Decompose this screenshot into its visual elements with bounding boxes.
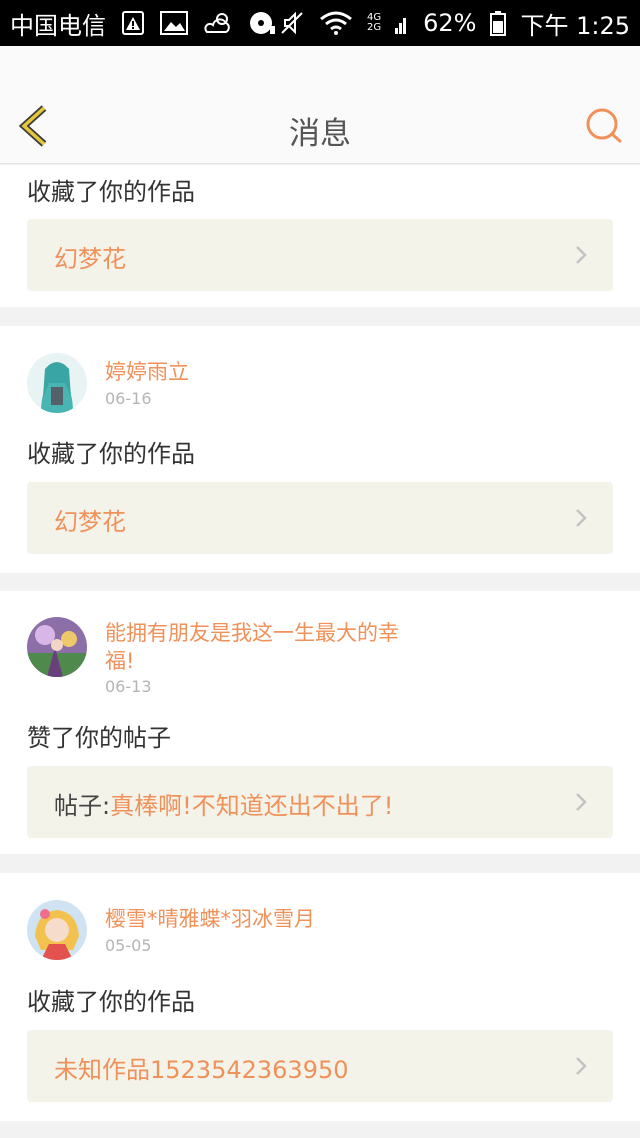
signal-icon xyxy=(395,8,409,38)
message-action: 收藏了你的作品 xyxy=(27,178,195,206)
message-card: 能拥有朋友是我这一生最大的幸福! 06-13 赞了你的帖子 帖子:真棒啊!不知道… xyxy=(0,591,640,854)
username[interactable]: 樱雪*晴雅蝶*羽冰雪月 xyxy=(105,905,425,933)
username[interactable]: 能拥有朋友是我这一生最大的幸福! xyxy=(105,619,425,675)
image-icon xyxy=(160,8,188,38)
mute-icon xyxy=(279,8,305,38)
message-card: 婷婷雨立 06-16 收藏了你的作品 幻梦花 xyxy=(0,326,640,573)
link-title: 真棒啊!不知道还出不出了! xyxy=(110,792,394,820)
work-link[interactable]: 幻梦花 xyxy=(27,482,613,554)
battery-icon xyxy=(490,8,507,38)
username[interactable]: 婷婷雨立 xyxy=(105,358,425,386)
status-bar: 中国电信 4G 2G 62% 下午 1:25 xyxy=(0,0,640,46)
media-icon xyxy=(248,8,276,38)
avatar[interactable] xyxy=(27,617,87,677)
link-title: 未知作品1523542363950 xyxy=(54,1056,349,1084)
message-card: 樱雪*晴雅蝶*羽冰雪月 05-05 收藏了你的作品 未知作品1523542363… xyxy=(0,873,640,1121)
timestamp: 06-13 xyxy=(105,677,152,696)
avatar[interactable] xyxy=(27,353,87,413)
page-title: 消息 xyxy=(289,116,351,152)
search-icon xyxy=(586,108,622,143)
post-link[interactable]: 帖子:真棒啊!不知道还出不出了! xyxy=(27,766,613,838)
network-bottom: 2G xyxy=(367,22,382,33)
work-link[interactable]: 未知作品1523542363950 xyxy=(27,1030,613,1102)
app-header: 消息 xyxy=(0,46,640,164)
network-type: 4G 2G xyxy=(367,13,381,33)
message-feed: 收藏了你的作品 幻梦花 婷婷雨立 06-16 收藏了你的作品 幻梦花 能拥有朋友… xyxy=(0,165,640,1138)
sim-alert-icon xyxy=(120,8,146,38)
chevron-right-icon xyxy=(576,509,587,527)
message-action: 收藏了你的作品 xyxy=(27,988,195,1016)
battery-percent: 62% xyxy=(423,9,477,37)
avatar[interactable] xyxy=(27,900,87,960)
link-prefix: 帖子: xyxy=(54,792,111,820)
message-card: 收藏了你的作品 幻梦花 xyxy=(0,165,640,307)
search-button[interactable] xyxy=(584,106,624,146)
work-link[interactable]: 幻梦花 xyxy=(27,219,613,291)
wifi-icon xyxy=(319,8,353,38)
chevron-right-icon xyxy=(576,1057,587,1075)
chevron-right-icon xyxy=(576,793,587,811)
timestamp: 05-05 xyxy=(105,936,152,955)
chevron-right-icon xyxy=(576,246,587,264)
carrier-label: 中国电信 xyxy=(10,11,106,40)
message-action: 赞了你的帖子 xyxy=(27,724,171,752)
clock: 下午 1:25 xyxy=(520,11,630,40)
timestamp: 06-16 xyxy=(105,389,152,408)
message-action: 收藏了你的作品 xyxy=(27,440,195,468)
link-title: 幻梦花 xyxy=(54,508,126,536)
link-title: 幻梦花 xyxy=(54,245,126,273)
weather-icon xyxy=(202,8,234,38)
